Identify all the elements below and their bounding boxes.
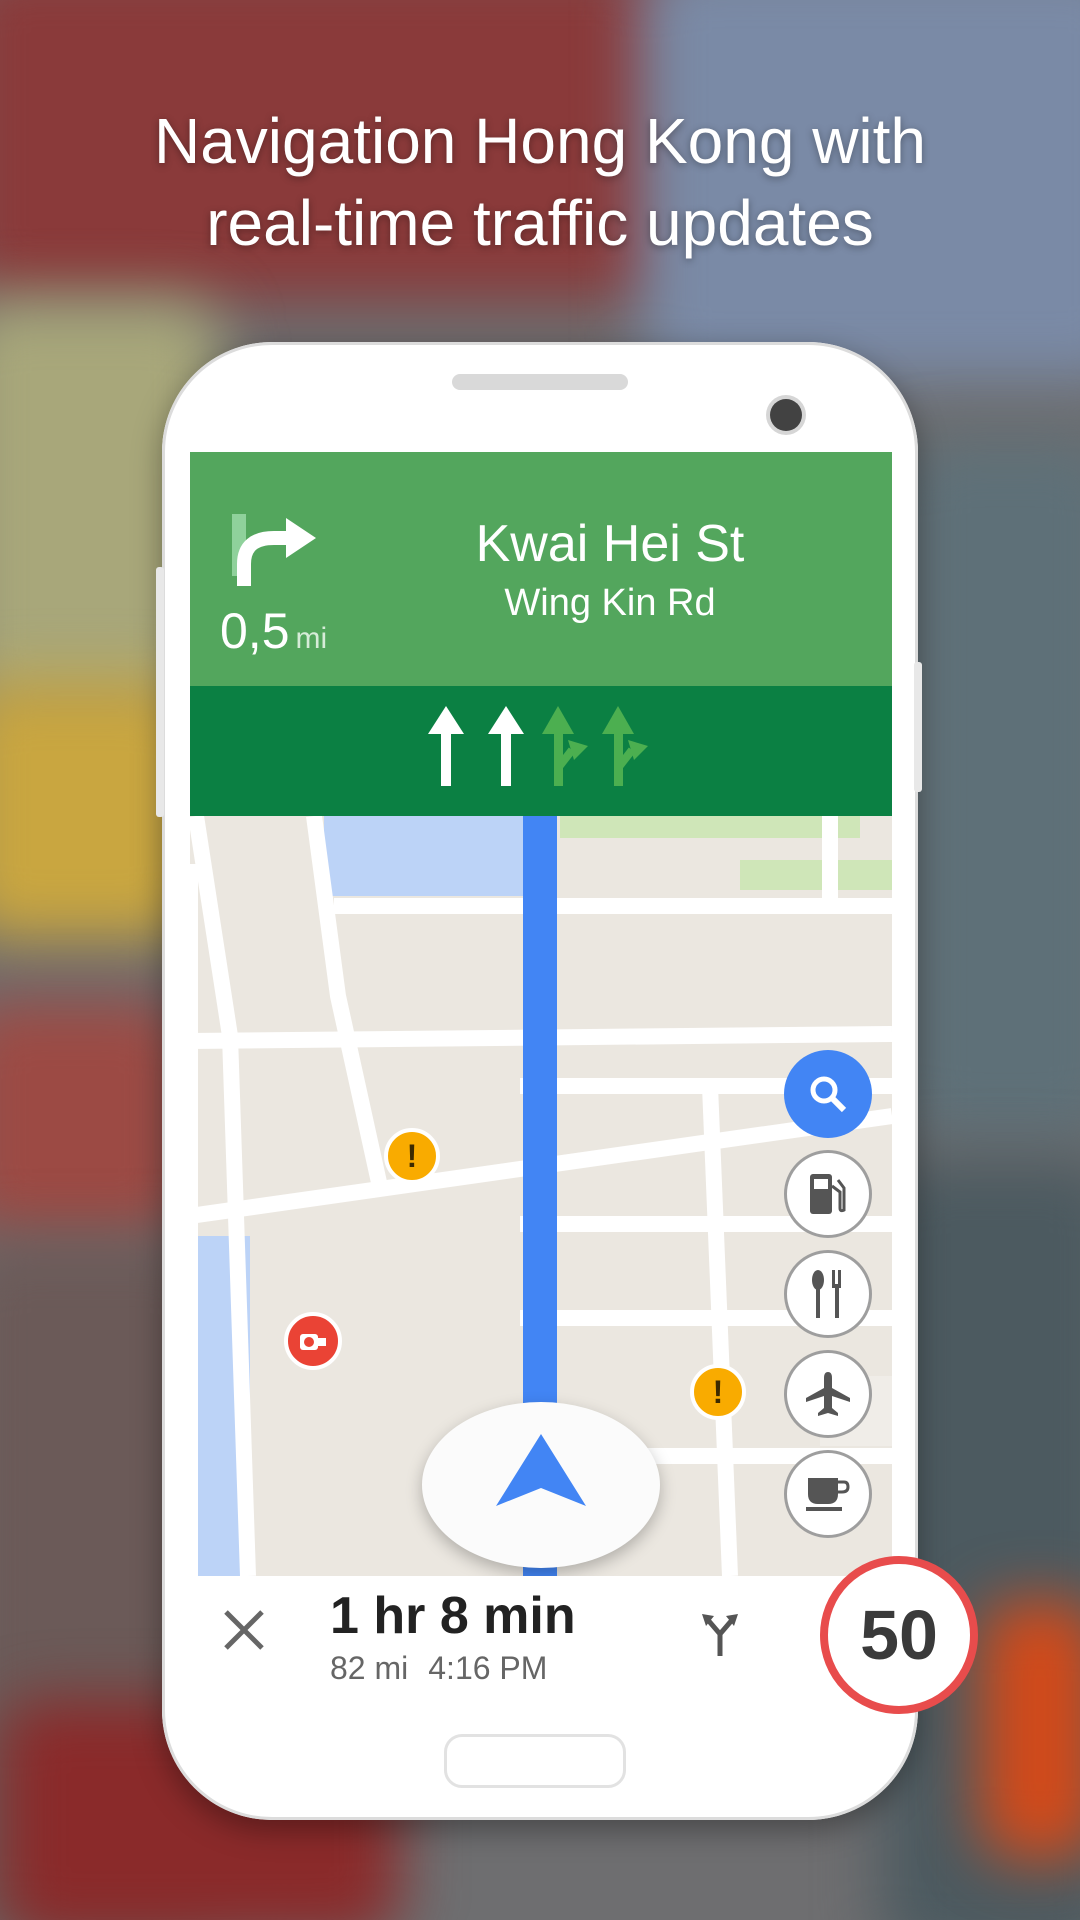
distance-value: 0,5 <box>220 603 290 659</box>
close-icon[interactable] <box>220 1606 268 1654</box>
lane-straight-right-icon <box>542 706 588 786</box>
cross-street: Wing Kin Rd <box>504 582 716 624</box>
gas-station-icon <box>810 1174 846 1214</box>
headline-line-2: real-time traffic updates <box>206 187 874 259</box>
speed-camera-icon[interactable] <box>284 1312 342 1370</box>
restaurant-icon <box>812 1270 841 1318</box>
trip-distance: 82 mi <box>330 1650 409 1684</box>
phone-speaker <box>452 374 628 390</box>
alternate-routes-icon[interactable] <box>700 1612 740 1658</box>
navigation-arrow-icon <box>496 1434 586 1506</box>
app-screen: 0,5 mi Kwai Hei St Wing Kin Rd ! ! 1 hr … <box>190 452 892 1684</box>
lane-straight-right-icon <box>602 706 648 786</box>
airport-icon <box>806 1372 850 1416</box>
phone-side-button <box>914 662 922 792</box>
search-button[interactable] <box>784 1050 872 1138</box>
search-icon <box>810 1076 847 1113</box>
phone-home-button <box>444 1734 626 1788</box>
distance-unit: mi <box>295 622 328 655</box>
restaurant-button[interactable] <box>784 1250 872 1338</box>
speed-limit-sign: 50 <box>820 1556 978 1714</box>
traffic-incident-icon[interactable]: ! <box>384 1128 440 1184</box>
headline: Navigation Hong Kong with real-time traf… <box>0 100 1080 264</box>
gas-station-button[interactable] <box>784 1150 872 1238</box>
airport-button[interactable] <box>784 1350 872 1438</box>
turn-distance: 0,5 mi <box>220 602 327 660</box>
current-location-puck <box>422 1402 660 1568</box>
next-street: Kwai Hei St <box>475 515 745 573</box>
lane-straight-icon <box>488 706 524 786</box>
phone-side-button <box>156 567 164 817</box>
phone-camera <box>770 399 802 431</box>
coffee-button[interactable] <box>784 1450 872 1538</box>
trip-duration: 1 hr 8 min <box>330 1587 576 1645</box>
trip-summary-bar: 1 hr 8 min 82 mi 4:16 PM <box>190 1576 892 1684</box>
lane-straight-icon <box>428 706 464 786</box>
navigation-header[interactable]: 0,5 mi Kwai Hei St Wing Kin Rd <box>190 452 892 686</box>
trip-details: 82 mi 4:16 PM <box>330 1650 547 1684</box>
coffee-icon <box>806 1478 850 1511</box>
arrival-time: 4:16 PM <box>428 1650 548 1684</box>
traffic-incident-icon[interactable]: ! <box>690 1364 746 1420</box>
headline-line-1: Navigation Hong Kong with <box>153 105 927 177</box>
lane-guidance <box>190 686 892 816</box>
turn-right-icon <box>232 514 316 586</box>
phone-frame: 0,5 mi Kwai Hei St Wing Kin Rd ! ! 1 hr … <box>156 342 922 1820</box>
